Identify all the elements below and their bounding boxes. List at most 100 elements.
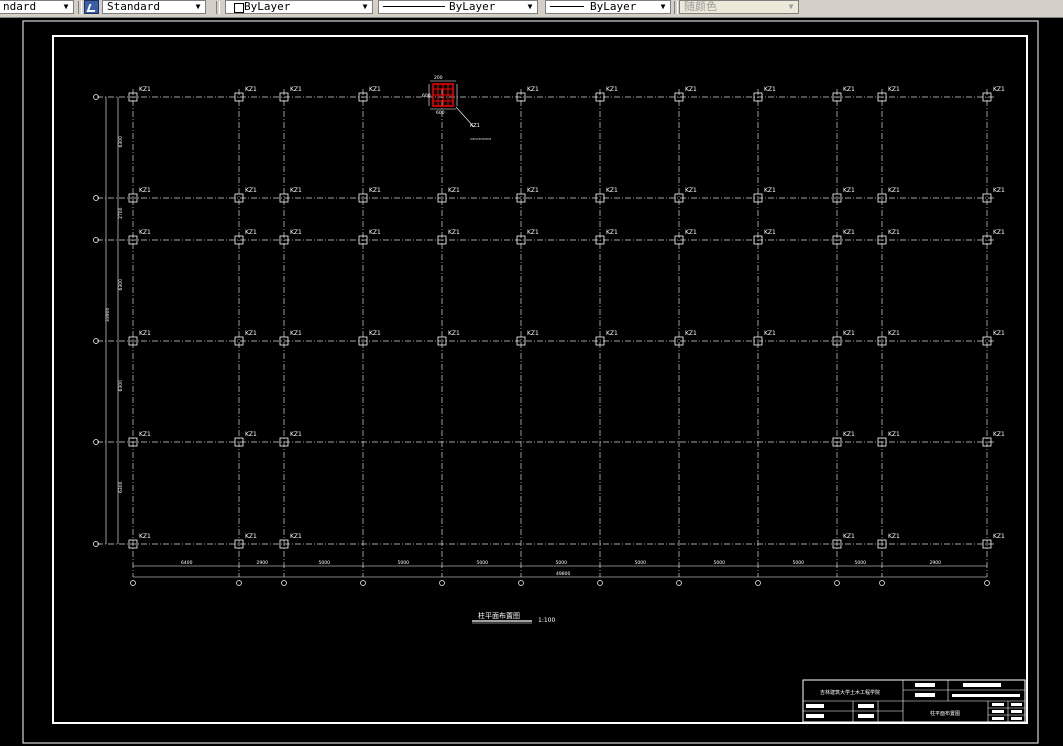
column-label: KZ1 [290,229,302,236]
column-label: KZ1 [527,86,539,93]
span-dimension: 2900 [930,560,942,566]
column-label: KZ1 [888,330,900,337]
axis-bubble [676,580,682,586]
chevron-down-icon[interactable]: ▼ [359,1,371,13]
column-layer: KZ1 KZ1 KZ1 KZ1 KZ1 KZ1 KZ1 KZ1 KZ1 KZ1 KZ1 KZ1 KZ1 K… [128,86,1005,549]
chevron-down-icon[interactable]: ▼ [657,1,669,13]
column-label: KZ1 [888,533,900,540]
span-dimension-vertical: 6300 [118,380,124,392]
column-label: KZ1 [685,86,697,93]
column-label: KZ1 [448,187,460,194]
column-label: KZ1 [290,533,302,540]
toolbar-separator [78,1,82,14]
axis-bubble [755,580,761,586]
column-label: KZ1 [139,187,151,194]
dim-style-value: Standard [107,0,160,13]
column-label: KZ1 [843,86,855,93]
plot-style-value: 随颜色 [684,0,717,13]
column-label: KZ1 [369,86,381,93]
title-block[interactable]: 吉林建筑大学土木工程学院 柱平面布置图 [802,679,1026,723]
column-label: KZ1 [139,533,151,540]
column-label: KZ1 [245,86,257,93]
span-dimension-vertical: 6300 [118,481,124,493]
column-label: KZ1 [888,431,900,438]
plan-title-group: 柱平面布置图 1:100 [472,611,555,624]
chevron-down-icon[interactable]: ▼ [192,1,204,13]
column-label: KZ1 [245,431,257,438]
linetype-value: ByLayer [449,0,496,13]
column-label: KZ1 [369,330,381,337]
column-label: KZ1 [764,229,776,236]
column-label: KZ1 [527,229,539,236]
column-label: KZ1 [290,330,302,337]
column-label: KZ1 [139,330,151,337]
column-label: KZ1 [369,187,381,194]
axis-bubble [236,580,242,586]
column-label: KZ1 [888,86,900,93]
linetype-dropdown[interactable]: ByLayer ▼ [378,0,538,14]
column-label: KZ1 [139,229,151,236]
column-label: KZ1 [245,229,257,236]
column-label: KZ1 [527,187,539,194]
column-label: KZ1 [448,229,460,236]
title-block-school: 吉林建筑大学土木工程学院 [820,689,880,696]
axis-bubble [834,580,840,586]
axis-bubble [130,580,136,586]
text-style-value: ndard [3,0,37,13]
span-dimension: 5000 [319,560,331,566]
column-label: KZ1 [245,533,257,540]
span-dimension: 6400 [181,560,193,566]
span-dimension-vertical: 6300 [118,279,124,291]
column-label: KZ1 [993,330,1005,337]
column-label: KZ1 [448,330,460,337]
dim-style-dropdown[interactable]: Standard ▼ [102,0,206,14]
plot-style-dropdown[interactable]: 随颜色 ▼ [679,0,799,14]
title-block-drawing-name: 柱平面布置图 [930,710,960,717]
toolbar-separator [216,1,220,14]
span-dimension: 5000 [855,560,867,566]
axis-bubble [518,580,524,586]
span-dimension: 5000 [398,560,410,566]
column-label: KZ1 [685,187,697,194]
column-detail[interactable]: 200 600 600 KZ1 ▭▭▭▭▭ [422,75,491,142]
column-label: KZ1 [843,533,855,540]
column-label: KZ1 [290,187,302,194]
span-dimension-vertical: 2700 [118,207,124,219]
plan-scale: 1:100 [538,617,555,624]
span-dimension-vertical: 6300 [118,136,124,148]
span-dimension: 5000 [477,560,489,566]
axis-bubble [984,580,990,586]
column-label: KZ1 [843,330,855,337]
column-label: KZ1 [290,86,302,93]
chevron-down-icon[interactable]: ▼ [785,1,797,13]
column-label: KZ1 [764,86,776,93]
svg-text:▭▭▭▭▭: ▭▭▭▭▭ [470,137,491,142]
detail-callout: KZ1 [470,123,480,129]
column-label: KZ1 [843,229,855,236]
detail-dim-top: 200 [434,75,443,81]
dimension-style-icon[interactable] [84,0,99,14]
column-label: KZ1 [764,330,776,337]
chevron-down-icon[interactable]: ▼ [60,1,72,13]
span-dimension: 5000 [793,560,805,566]
column-label: KZ1 [993,229,1005,236]
total-dimension: 49800 [556,571,570,577]
column-label: KZ1 [369,229,381,236]
lineweight-dropdown[interactable]: ByLayer ▼ [545,0,671,14]
column-label: KZ1 [245,187,257,194]
color-swatch-icon [234,3,244,13]
column-label: KZ1 [685,330,697,337]
model-space-canvas[interactable]: KZ1 KZ1 KZ1 KZ1 KZ1 KZ1 KZ1 KZ1 KZ1 KZ1 KZ1 KZ1 KZ1 K… [0,17,1063,746]
column-label: KZ1 [888,229,900,236]
axis-bubble [281,580,287,586]
column-label: KZ1 [843,187,855,194]
color-dropdown[interactable]: ByLayer ▼ [225,0,373,14]
text-style-dropdown[interactable]: ndard ▼ [0,0,74,14]
lineweight-preview-icon [550,6,584,7]
sheet-border-outer [22,20,1039,744]
axis-bubble [597,580,603,586]
column-label: KZ1 [685,229,697,236]
chevron-down-icon[interactable]: ▼ [524,1,536,13]
toolbar-separator [674,1,678,14]
span-dimension: 5000 [714,560,726,566]
